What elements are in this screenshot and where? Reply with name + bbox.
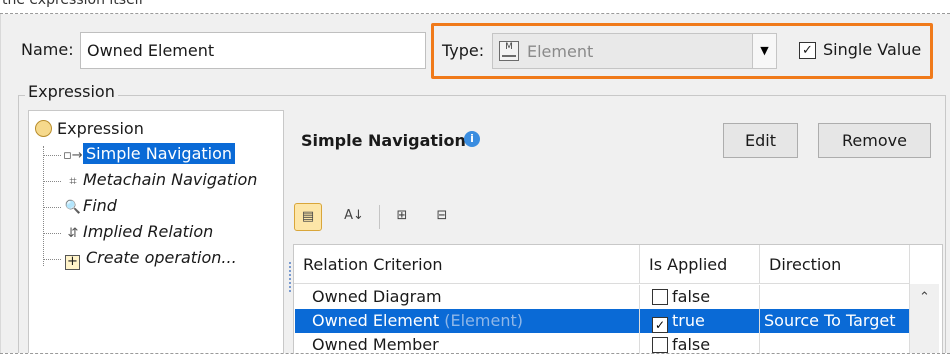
type-value: Element — [527, 42, 594, 61]
tree-item-metachain-navigation[interactable]: ⌗ Metachain Navigation — [63, 170, 257, 194]
cell-direction[interactable] — [760, 285, 910, 309]
cell-criterion: Owned Member — [312, 335, 439, 354]
relation-table: Relation Criterion Is Applied Direction … — [293, 244, 943, 357]
remove-button[interactable]: Remove — [818, 123, 931, 158]
cell-applied-value: false — [672, 287, 711, 306]
table-scrollbar[interactable]: ⌃ — [909, 284, 939, 353]
tree-connector — [43, 259, 61, 260]
search-icon: 🔍 — [64, 200, 82, 215]
tree-item-simple-navigation[interactable]: ▫→▫Simple Navigation — [63, 143, 236, 168]
cell-criterion: Owned Element — [312, 311, 440, 330]
applied-checkbox[interactable]: ✓ — [652, 317, 668, 333]
applied-checkbox[interactable] — [652, 337, 668, 353]
cell-applied-value: true — [672, 311, 705, 330]
edit-button[interactable]: Edit — [723, 123, 798, 158]
expand-all-icon[interactable]: ⊞ — [388, 203, 416, 231]
expression-icon — [35, 120, 52, 137]
tree-item-find[interactable]: 🔍 Find — [63, 196, 117, 220]
torn-edge-top: the expression itself — [0, 0, 950, 14]
info-icon[interactable]: i — [464, 131, 480, 147]
tree-connector — [43, 181, 61, 182]
type-label: Type: — [442, 41, 485, 60]
tree-connector — [43, 155, 61, 156]
expression-tree: Expression ▫→▫Simple Navigation ⌗ Metacha… — [28, 110, 284, 353]
sort-alphabetically-icon[interactable]: A↓ — [340, 203, 368, 231]
panel-title: Simple Navigation — [301, 131, 466, 150]
column-header-relation-criterion[interactable]: Relation Criterion — [294, 245, 640, 284]
type-combo[interactable]: M Element ▼ — [492, 33, 777, 69]
tree-item-label: Simple Navigation — [83, 143, 236, 164]
relation-icon: ⇵ — [67, 226, 79, 241]
plus-icon: + — [65, 255, 80, 270]
tree-item-create-operation[interactable]: + Create operation... — [65, 248, 237, 272]
tree-item-label: Find — [83, 196, 117, 215]
single-value-label: Single Value — [823, 40, 922, 59]
cell-criterion: Owned Diagram — [312, 287, 442, 306]
expression-group-label: Expression — [25, 82, 118, 101]
table-row[interactable]: Owned Element (Element) — [294, 309, 640, 333]
tree-item-implied-relation[interactable]: ⇵ Implied Relation — [63, 222, 214, 246]
cell-type-hint: (Element) — [444, 311, 523, 330]
cell-applied[interactable]: ✓ true — [640, 309, 760, 333]
torn-edge-bottom — [0, 353, 950, 360]
name-label: Name: — [21, 40, 74, 59]
cell-applied[interactable]: false — [640, 285, 760, 309]
metachain-icon: ⌗ — [69, 174, 77, 189]
column-header-is-applied[interactable]: Is Applied — [640, 245, 760, 284]
group-by-category-icon[interactable]: ▤ — [294, 203, 322, 231]
cell-applied-value: false — [672, 335, 711, 354]
column-header-direction[interactable]: Direction — [760, 245, 910, 284]
tree-connector — [43, 233, 61, 234]
tree-item-expression[interactable]: Expression — [35, 119, 144, 143]
dropdown-arrow-icon[interactable]: ▼ — [752, 34, 776, 68]
tree-connector — [43, 207, 61, 208]
tree-item-label: Create operation... — [86, 248, 237, 267]
navigation-icon: ▫→▫ — [63, 148, 92, 163]
scroll-up-icon[interactable]: ⌃ — [910, 290, 939, 305]
tree-item-label: Expression — [57, 119, 144, 138]
element-icon: M — [499, 41, 519, 61]
tree-connector — [43, 146, 44, 266]
table-row[interactable]: Owned Diagram — [294, 285, 640, 309]
splitter-handle[interactable] — [289, 262, 291, 292]
applied-checkbox[interactable] — [652, 289, 668, 305]
name-input[interactable]: Owned Element — [80, 32, 426, 69]
single-value-checkbox[interactable]: ✓ — [799, 42, 816, 59]
toolbar-separator — [379, 205, 380, 229]
cell-direction[interactable]: Source To Target — [760, 309, 910, 333]
clipped-caption: the expression itself — [2, 0, 144, 8]
tree-item-label: Implied Relation — [83, 222, 214, 241]
collapse-all-icon[interactable]: ⊟ — [428, 203, 456, 231]
tree-item-label: Metachain Navigation — [83, 170, 258, 189]
